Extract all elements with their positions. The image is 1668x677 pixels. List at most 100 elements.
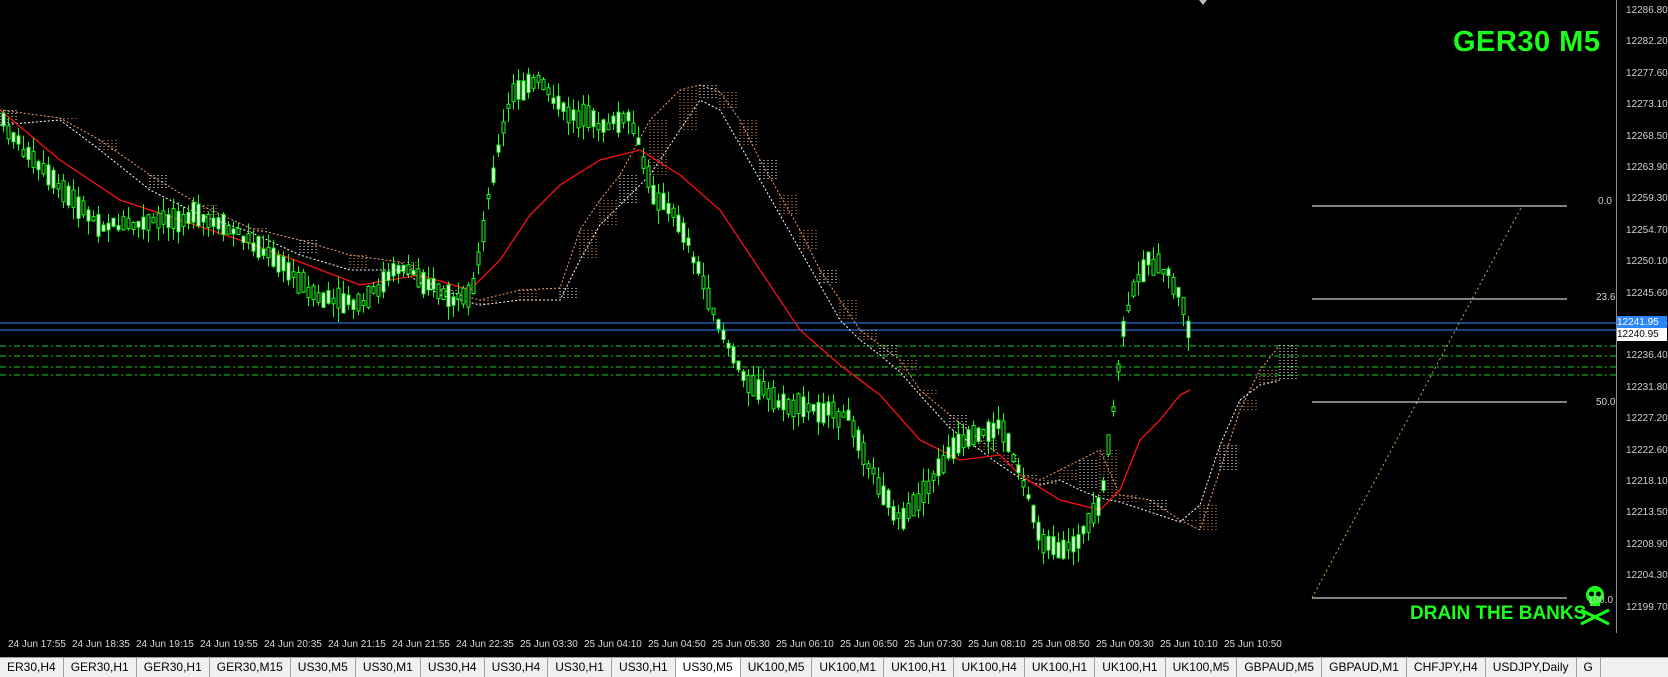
candle-body <box>431 277 436 290</box>
price-scale-label: 12254.70 <box>1626 224 1668 236</box>
candle-body <box>956 433 961 454</box>
chart-tab[interactable]: UK100,M1 <box>812 658 885 677</box>
candle-body <box>536 74 541 83</box>
candle-body <box>156 212 161 229</box>
candle-body <box>411 269 416 276</box>
candle-body <box>966 429 971 447</box>
candle-body <box>1186 320 1191 339</box>
candle-body <box>1106 434 1111 455</box>
candle-body <box>436 283 441 300</box>
candle-body <box>486 193 491 200</box>
candle-body <box>171 208 176 230</box>
candle-body <box>561 102 566 113</box>
chart-tab[interactable]: GER30,M15 <box>210 658 291 677</box>
candle-body <box>71 189 76 208</box>
candle-body <box>1121 320 1126 337</box>
candle-body <box>446 284 451 308</box>
candle-body <box>241 235 246 243</box>
chart-tab[interactable]: UK100,H1 <box>1025 658 1096 677</box>
candle-body <box>1051 536 1056 556</box>
time-axis-label: 25 Jun 07:30 <box>904 639 962 650</box>
symbol-title: GER30 M5 <box>1453 26 1601 58</box>
chart-tab[interactable]: GER30,H1 <box>64 658 137 677</box>
candle-body <box>371 286 376 294</box>
candle-body <box>826 401 831 416</box>
chart-tab[interactable]: UK100,H1 <box>1095 658 1166 677</box>
chart-tab[interactable]: GER30,H1 <box>137 658 210 677</box>
candle-body <box>526 73 531 94</box>
candle-body <box>516 80 521 100</box>
candle-body <box>981 428 986 437</box>
chart-tab[interactable]: US30,H1 <box>612 658 676 677</box>
price-scale-label: 12199.70 <box>1626 601 1668 613</box>
candle-body <box>426 278 431 291</box>
candle-body <box>391 263 396 277</box>
candle-body <box>681 222 686 243</box>
candle-body <box>836 411 841 428</box>
price-scale-label: 12204.30 <box>1626 570 1668 582</box>
candle-body <box>36 161 41 171</box>
candle-body <box>896 512 901 519</box>
chart-tab[interactable]: US30,M5 <box>291 658 356 677</box>
chart-tab[interactable]: US30,H4 <box>421 658 485 677</box>
candle-body <box>216 217 221 230</box>
time-axis-label: 24 Jun 17:55 <box>8 639 66 650</box>
candle-body <box>461 287 466 305</box>
candle-body <box>706 287 711 310</box>
time-axis-label: 24 Jun 21:15 <box>328 639 386 650</box>
candle-body <box>566 106 571 124</box>
candle-body <box>96 213 101 237</box>
candle-body <box>801 396 806 418</box>
candle-body <box>766 388 771 400</box>
chart-tab[interactable]: US30,M5 <box>675 658 741 677</box>
candle-body <box>661 192 666 211</box>
price-chart[interactable] <box>0 0 1616 633</box>
price-scale-label: 12213.50 <box>1626 507 1668 519</box>
candle-body <box>1096 497 1101 516</box>
candle-body <box>651 184 656 205</box>
candle-body <box>221 213 226 236</box>
time-axis-label: 24 Jun 19:55 <box>200 639 258 650</box>
candle-body <box>146 214 151 231</box>
candle-body <box>506 103 511 109</box>
candle-body <box>861 442 866 466</box>
candle-body <box>721 329 726 340</box>
chart-tab[interactable]: UK100,H4 <box>954 658 1025 677</box>
candle-body <box>351 299 356 310</box>
chart-tab[interactable]: US30,H1 <box>548 658 612 677</box>
candle-body <box>676 214 681 233</box>
candle-body <box>341 293 346 314</box>
candle-body <box>306 286 311 299</box>
candle-body <box>166 214 171 229</box>
candle-body <box>906 503 911 519</box>
price-scale-label: 12222.60 <box>1626 444 1668 456</box>
candle-body <box>101 224 106 232</box>
chart-tab[interactable]: GBPAUD,M5 <box>1237 658 1323 677</box>
candle-body <box>21 148 26 157</box>
chart-tab[interactable]: UK100,H1 <box>884 658 955 677</box>
price-scale-label: 12245.60 <box>1626 287 1668 299</box>
candle-body <box>891 506 896 521</box>
time-axis-label: 25 Jun 09:30 <box>1096 639 1154 650</box>
chart-tab[interactable]: GBPAUD,M1 <box>1322 658 1407 677</box>
chart-tab[interactable]: UK100,M5 <box>741 658 813 677</box>
candle-body <box>991 422 996 439</box>
chart-canvas[interactable]: GER30 M5 DRAIN THE BANKS 0.0 23.6 50.0 1… <box>0 0 1616 633</box>
chart-tab[interactable]: US30,M1 <box>356 658 421 677</box>
candle-body <box>291 271 296 278</box>
candle-body <box>1026 494 1031 500</box>
candle-body <box>1111 406 1116 413</box>
candle-body <box>641 156 646 169</box>
time-axis-label: 25 Jun 03:30 <box>520 639 578 650</box>
chart-tab[interactable]: US30,H4 <box>485 658 549 677</box>
candle-body <box>751 374 756 397</box>
candle-body <box>126 217 131 230</box>
chart-tab[interactable]: G <box>1577 658 1601 677</box>
chart-tab[interactable]: UK100,M5 <box>1166 658 1238 677</box>
time-axis-label: 24 Jun 21:55 <box>392 639 450 650</box>
chart-tab[interactable]: ER30,H4 <box>0 658 64 677</box>
candle-body <box>1021 480 1026 488</box>
chart-tab[interactable]: USDJPY,Daily <box>1486 658 1577 677</box>
chart-tab[interactable]: CHFJPY,H4 <box>1407 658 1486 677</box>
candle-body <box>921 480 926 504</box>
